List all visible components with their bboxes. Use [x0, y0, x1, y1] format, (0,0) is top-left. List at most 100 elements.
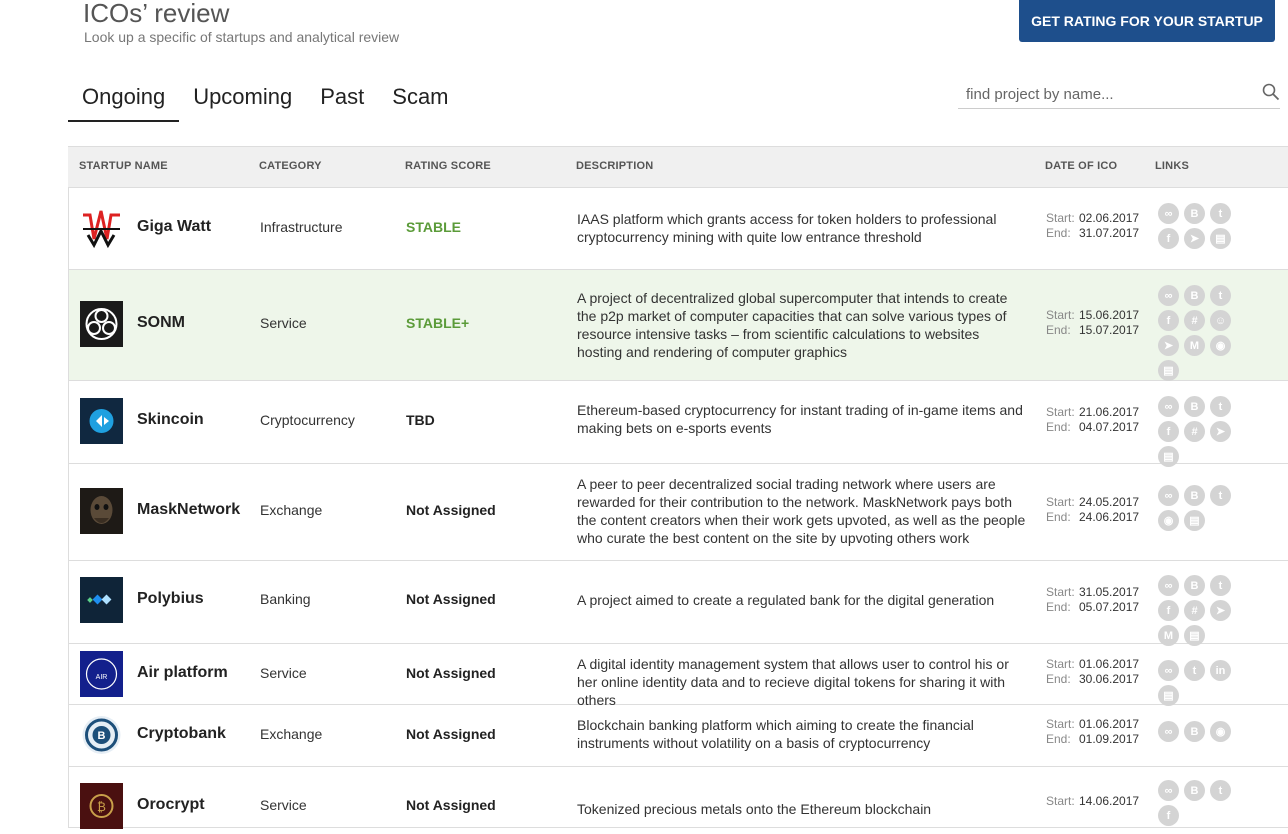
twitter-icon[interactable]: t [1210, 485, 1231, 506]
twitter-icon[interactable]: t [1210, 575, 1231, 596]
facebook-icon[interactable]: f [1158, 310, 1179, 331]
startup-logo[interactable] [80, 301, 123, 347]
column-header-date[interactable]: DATE OF ICO [1045, 160, 1117, 172]
facebook-icon[interactable]: f [1158, 805, 1179, 826]
startup-logo[interactable]: ₿ [80, 783, 123, 829]
end-date: 30.06.2017 [1079, 672, 1140, 686]
link-icon[interactable]: ∞ [1158, 396, 1179, 417]
startup-links: ∞ Bt f # ➤ ▤ [1158, 396, 1253, 467]
startup-logo[interactable] [80, 205, 123, 251]
table-row[interactable]: SONM Service STABLE+ A project of decentral… [68, 270, 1288, 381]
startup-name[interactable]: Giga Watt [137, 218, 211, 236]
reddit-icon[interactable]: ☺ [1210, 310, 1231, 331]
slack-icon[interactable]: # [1184, 310, 1205, 331]
document-icon[interactable]: ▤ [1210, 228, 1231, 249]
link-icon[interactable]: ∞ [1158, 660, 1179, 681]
startup-logo[interactable]: AIR [80, 651, 123, 697]
table-row[interactable]: MaskNetwork Exchange Not Assigned A peer to… [68, 464, 1288, 561]
twitter-icon[interactable]: t [1210, 203, 1231, 224]
table-row[interactable]: ₿ Orocrypt Service Not Assigned Tokenized pr… [68, 767, 1288, 829]
table-row[interactable]: Giga Watt Infrastructure STABLE IAAS platfo… [68, 188, 1288, 270]
tab-past[interactable]: Past [306, 78, 378, 122]
twitter-icon[interactable]: t [1210, 285, 1231, 306]
tab-upcoming[interactable]: Upcoming [179, 78, 306, 122]
startup-logo[interactable] [80, 488, 123, 534]
medium-icon[interactable]: M [1184, 335, 1205, 356]
facebook-icon[interactable]: f [1158, 421, 1179, 442]
startup-category: Cryptocurrency [260, 412, 355, 428]
telegram-icon[interactable]: ➤ [1158, 335, 1179, 356]
telegram-icon[interactable]: ➤ [1184, 228, 1205, 249]
github-icon[interactable]: ◉ [1210, 335, 1231, 356]
github-icon[interactable]: ◉ [1210, 721, 1231, 742]
link-icon[interactable]: ∞ [1158, 721, 1179, 742]
ico-dates: Start: 24.05.2017 End: 24.06.2017 [1046, 495, 1139, 525]
document-icon[interactable]: ▤ [1184, 625, 1205, 646]
table-row[interactable]: B Cryptobank Exchange Not Assigned Blockchai… [68, 705, 1288, 767]
startup-name[interactable]: SONM [137, 314, 185, 332]
tab-ongoing[interactable]: Ongoing [68, 78, 180, 122]
github-icon[interactable]: ◉ [1158, 510, 1179, 531]
telegram-icon[interactable]: ➤ [1210, 600, 1231, 621]
bitcoin-icon[interactable]: B [1184, 575, 1205, 596]
facebook-icon[interactable]: f [1158, 228, 1179, 249]
twitter-icon[interactable]: t [1210, 396, 1231, 417]
slack-icon[interactable]: # [1184, 600, 1205, 621]
bitcoin-icon[interactable]: B [1184, 721, 1205, 742]
startup-logo[interactable] [80, 398, 123, 444]
twitter-icon[interactable]: t [1210, 780, 1231, 801]
bitcoin-icon[interactable]: B [1184, 780, 1205, 801]
link-icon[interactable]: ∞ [1158, 575, 1179, 596]
startup-name[interactable]: MaskNetwork [137, 501, 240, 519]
tab-scam[interactable]: Scam [378, 78, 462, 122]
link-icon[interactable]: ∞ [1158, 485, 1179, 506]
table-row[interactable]: AIR Air platform Service Not Assigned A digi… [68, 644, 1288, 708]
bitcoin-icon[interactable]: B [1184, 285, 1205, 306]
startup-logo[interactable] [80, 577, 123, 623]
document-icon[interactable]: ▤ [1184, 510, 1205, 531]
startup-name[interactable]: Air platform [137, 664, 228, 682]
startup-category: Banking [260, 591, 311, 607]
startup-logo[interactable]: B [80, 712, 123, 758]
svg-text:AIR: AIR [96, 674, 108, 681]
startup-name[interactable]: Cryptobank [137, 725, 226, 743]
rating-score: Not Assigned [406, 665, 496, 681]
column-header-category[interactable]: CATEGORY [259, 160, 322, 172]
startup-description: Blockchain banking platform which aiming… [577, 717, 974, 751]
startup-category: Exchange [260, 502, 323, 518]
bitcoin-icon[interactable]: B [1184, 203, 1205, 224]
start-date-label: Start: [1046, 211, 1075, 225]
startup-category: Service [260, 665, 307, 681]
document-icon[interactable]: ▤ [1158, 360, 1179, 381]
get-rating-button[interactable]: GET RATING FOR YOUR STARTUP [1019, 0, 1275, 42]
twitter-icon[interactable]: t [1184, 660, 1205, 681]
end-date: 31.07.2017 [1079, 226, 1140, 240]
bitcoin-icon[interactable]: B [1184, 485, 1205, 506]
search-input[interactable] [958, 84, 1258, 104]
rating-score: STABLE+ [406, 315, 470, 331]
rating-score: STABLE [406, 219, 461, 235]
document-icon[interactable]: ▤ [1158, 685, 1179, 706]
startup-links: ∞ Bt f # ☺ ➤ M ◉ ▤ [1158, 285, 1253, 381]
startup-category: Service [260, 797, 307, 813]
column-header-score[interactable]: RATING SCORE [405, 160, 491, 172]
ico-dates: Start: 02.06.2017 End: 31.07.2017 [1046, 211, 1139, 241]
startup-name[interactable]: Orocrypt [137, 796, 205, 814]
slack-icon[interactable]: # [1184, 421, 1205, 442]
search-icon[interactable] [1258, 83, 1280, 106]
startup-name[interactable]: Skincoin [137, 411, 204, 429]
link-icon[interactable]: ∞ [1158, 203, 1179, 224]
link-icon[interactable]: ∞ [1158, 780, 1179, 801]
telegram-icon[interactable]: ➤ [1210, 421, 1231, 442]
link-icon[interactable]: ∞ [1158, 285, 1179, 306]
linkedin-icon[interactable]: in [1210, 660, 1231, 681]
table-row[interactable]: Polybius Banking Not Assigned A project aim… [68, 561, 1288, 646]
column-header-name[interactable]: STARTUP NAME [79, 160, 168, 172]
table-row[interactable]: Skincoin Cryptocurrency TBD Ethereum-based … [68, 381, 1288, 467]
startup-name[interactable]: Polybius [137, 590, 204, 608]
facebook-icon[interactable]: f [1158, 600, 1179, 621]
medium-icon[interactable]: M [1158, 625, 1179, 646]
startup-links: ∞ t in ▤ [1158, 660, 1253, 706]
startup-description: A project aimed to create a regulated ba… [577, 592, 995, 608]
bitcoin-icon[interactable]: B [1184, 396, 1205, 417]
